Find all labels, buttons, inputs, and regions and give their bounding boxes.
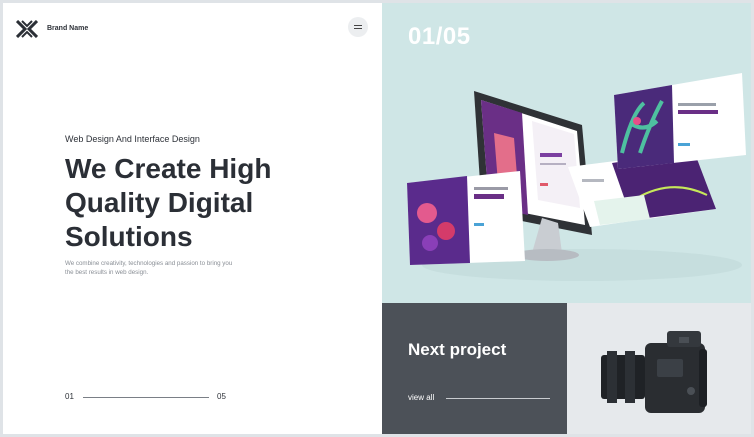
pager-progress-line	[83, 397, 209, 398]
landing-page: Brand Name Web Design And Interface Desi…	[3, 3, 751, 434]
hero-subtext: We combine creativity, technologies and …	[65, 260, 233, 276]
view-all-link[interactable]: view all	[408, 393, 434, 402]
next-project-panel[interactable]: Next project view all	[382, 303, 567, 434]
view-all-underline	[446, 398, 550, 399]
camera-icon	[601, 331, 707, 413]
left-panel: Brand Name Web Design And Interface Desi…	[3, 3, 382, 434]
brand-name[interactable]: Brand Name	[47, 25, 88, 32]
pager-total: 05	[217, 392, 226, 401]
next-project-title[interactable]: Next project	[408, 341, 528, 359]
slide-pager[interactable]: 01 05	[65, 392, 235, 404]
hamburger-icon	[354, 24, 362, 31]
hero-headline: We Create High Quality Digital Solutions	[65, 153, 272, 252]
card-mockup-top-right	[614, 73, 746, 169]
hero-kicker: Web Design And Interface Design	[65, 134, 200, 144]
camera-image-panel	[567, 303, 751, 434]
card-mockup-left	[407, 171, 525, 265]
devices-illustration	[407, 73, 746, 281]
hero-image-panel: 01/05	[382, 3, 751, 303]
brand-logo-icon[interactable]	[16, 20, 38, 38]
menu-button[interactable]	[348, 17, 368, 37]
pager-current: 01	[65, 392, 74, 401]
